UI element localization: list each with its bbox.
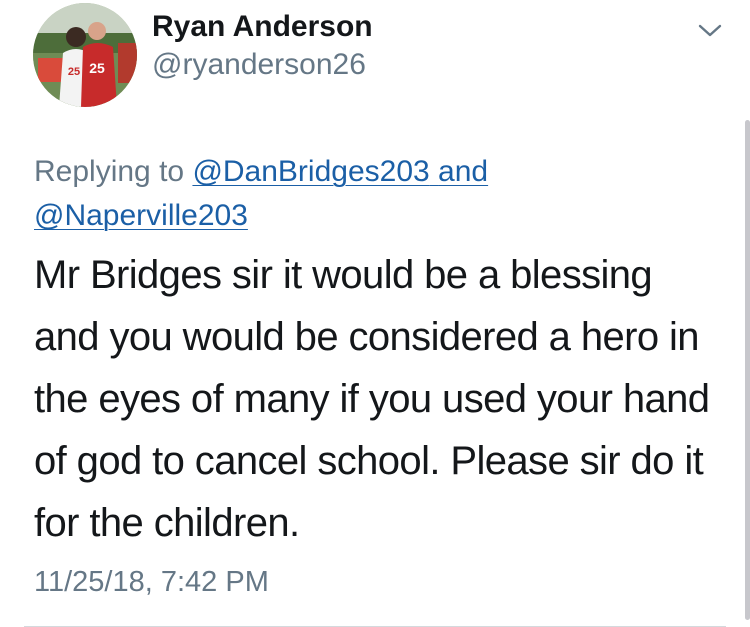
avatar[interactable]: 25 25 xyxy=(33,3,137,107)
mention-link-danbridges[interactable]: @DanBridges203 and xyxy=(192,155,488,188)
svg-text:25: 25 xyxy=(68,66,80,78)
display-name[interactable]: Ryan Anderson xyxy=(152,10,373,44)
timestamp[interactable]: 11/25/18, 7:42 PM xyxy=(34,566,269,599)
profile-photo-icon: 25 25 xyxy=(33,3,137,107)
handle[interactable]: @ryanderson26 xyxy=(152,48,366,82)
mention-link-naperville[interactable]: @Naperville203 xyxy=(34,199,248,232)
tweet-text: Mr Bridges sir it would be a blessing an… xyxy=(34,253,710,545)
replying-to-line: Replying to @DanBridges203 and @Napervil… xyxy=(34,150,594,238)
scrollbar[interactable] xyxy=(745,120,750,620)
chevron-down-icon xyxy=(698,24,722,37)
tweet-menu-button[interactable] xyxy=(697,20,723,40)
replying-to-label: Replying to xyxy=(34,155,185,188)
svg-text:25: 25 xyxy=(89,60,105,76)
